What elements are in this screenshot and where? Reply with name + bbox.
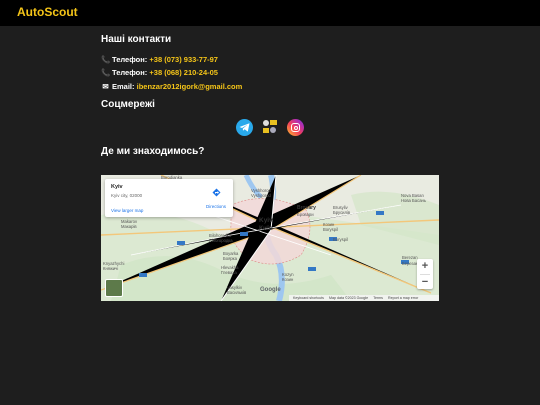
keyboard-shortcuts-link[interactable]: Keyboard shortcuts [293, 296, 324, 300]
map-label: Berezan [402, 255, 418, 260]
map-label: Козин [282, 277, 294, 282]
map-label: Глеваха [221, 270, 237, 275]
directions-button[interactable]: Directions [203, 184, 229, 209]
view-larger-map-link[interactable]: View larger map [111, 208, 143, 213]
map-card-address: Kyiv city, 02000 [111, 193, 143, 198]
avatar-icon[interactable] [262, 119, 279, 136]
zoom-controls: + − [417, 259, 433, 289]
map-label: Васильків [227, 290, 247, 295]
directions-label: Directions [205, 204, 226, 209]
map-info-card: Kyiv Kyiv city, 02000 View larger map Di… [105, 179, 233, 217]
map-label: Boryspil [323, 227, 338, 232]
phone-link-1[interactable]: +38 (073) 933-77-97 [149, 55, 218, 64]
map-label: Нова Басань [401, 198, 427, 203]
map-label: Брусилів [333, 210, 351, 215]
phone-icon: 📞 [101, 68, 111, 77]
envelope-icon: ✉ [102, 82, 109, 91]
top-navbar: AutoScout [0, 0, 540, 26]
map-data-text: Map data ©2023 Google [328, 296, 369, 300]
map-label: Brovary [297, 205, 316, 211]
email-line: ✉ Email: ibenzar2012igork@gmail.com [101, 82, 242, 91]
phone-line-2: 📞 Телефон: +38 (068) 210-24-05 [101, 68, 218, 77]
phone-label: Телефон: [112, 55, 148, 64]
phone-label: Телефон: [112, 68, 148, 77]
satellite-layer-toggle[interactable] [105, 279, 123, 297]
location-heading: Де ми знаходимось? [101, 146, 205, 157]
instagram-lens [293, 125, 298, 130]
map-attribution: Keyboard shortcuts Map data ©2023 Google… [289, 295, 439, 301]
google-logo: Google [260, 287, 281, 293]
terms-link[interactable]: Terms [373, 296, 383, 300]
map-label: Боярка [223, 256, 237, 261]
brand-logo[interactable]: AutoScout [17, 5, 78, 19]
map-label: Білогородка [209, 238, 233, 243]
map-city-label: Kyiv [259, 217, 273, 224]
google-map-embed[interactable]: Borodianka Vyshhorod Vyshgorod Brovary Б… [101, 175, 439, 301]
directions-icon [212, 188, 220, 197]
instagram-icon[interactable] [287, 119, 304, 136]
zoom-in-button[interactable]: + [417, 259, 433, 274]
map-label: Boryspil [333, 237, 348, 242]
map-card-title: Kyiv [111, 184, 123, 190]
map-label: Бровари [297, 212, 314, 217]
contacts-heading: Наші контакти [101, 34, 172, 45]
email-label: Email: [112, 82, 135, 91]
map-label: Макарів [121, 224, 137, 229]
email-link[interactable]: ibenzar2012igork@gmail.com [137, 82, 243, 91]
phone-link-2[interactable]: +38 (068) 210-24-05 [149, 68, 218, 77]
zoom-out-button[interactable]: − [417, 275, 433, 290]
phone-icon: 📞 [101, 55, 111, 64]
map-label: Vyshgorod [251, 193, 271, 198]
map-city-label-local: Київ [259, 225, 273, 232]
map-label: Княжичі [103, 266, 119, 271]
phone-line-1: 📞 Телефон: +38 (073) 933-77-97 [101, 55, 218, 64]
social-links [236, 119, 308, 137]
telegram-icon[interactable] [236, 119, 253, 136]
report-error-link[interactable]: Report a map error [388, 296, 418, 300]
social-heading: Соцмережі [101, 99, 155, 110]
